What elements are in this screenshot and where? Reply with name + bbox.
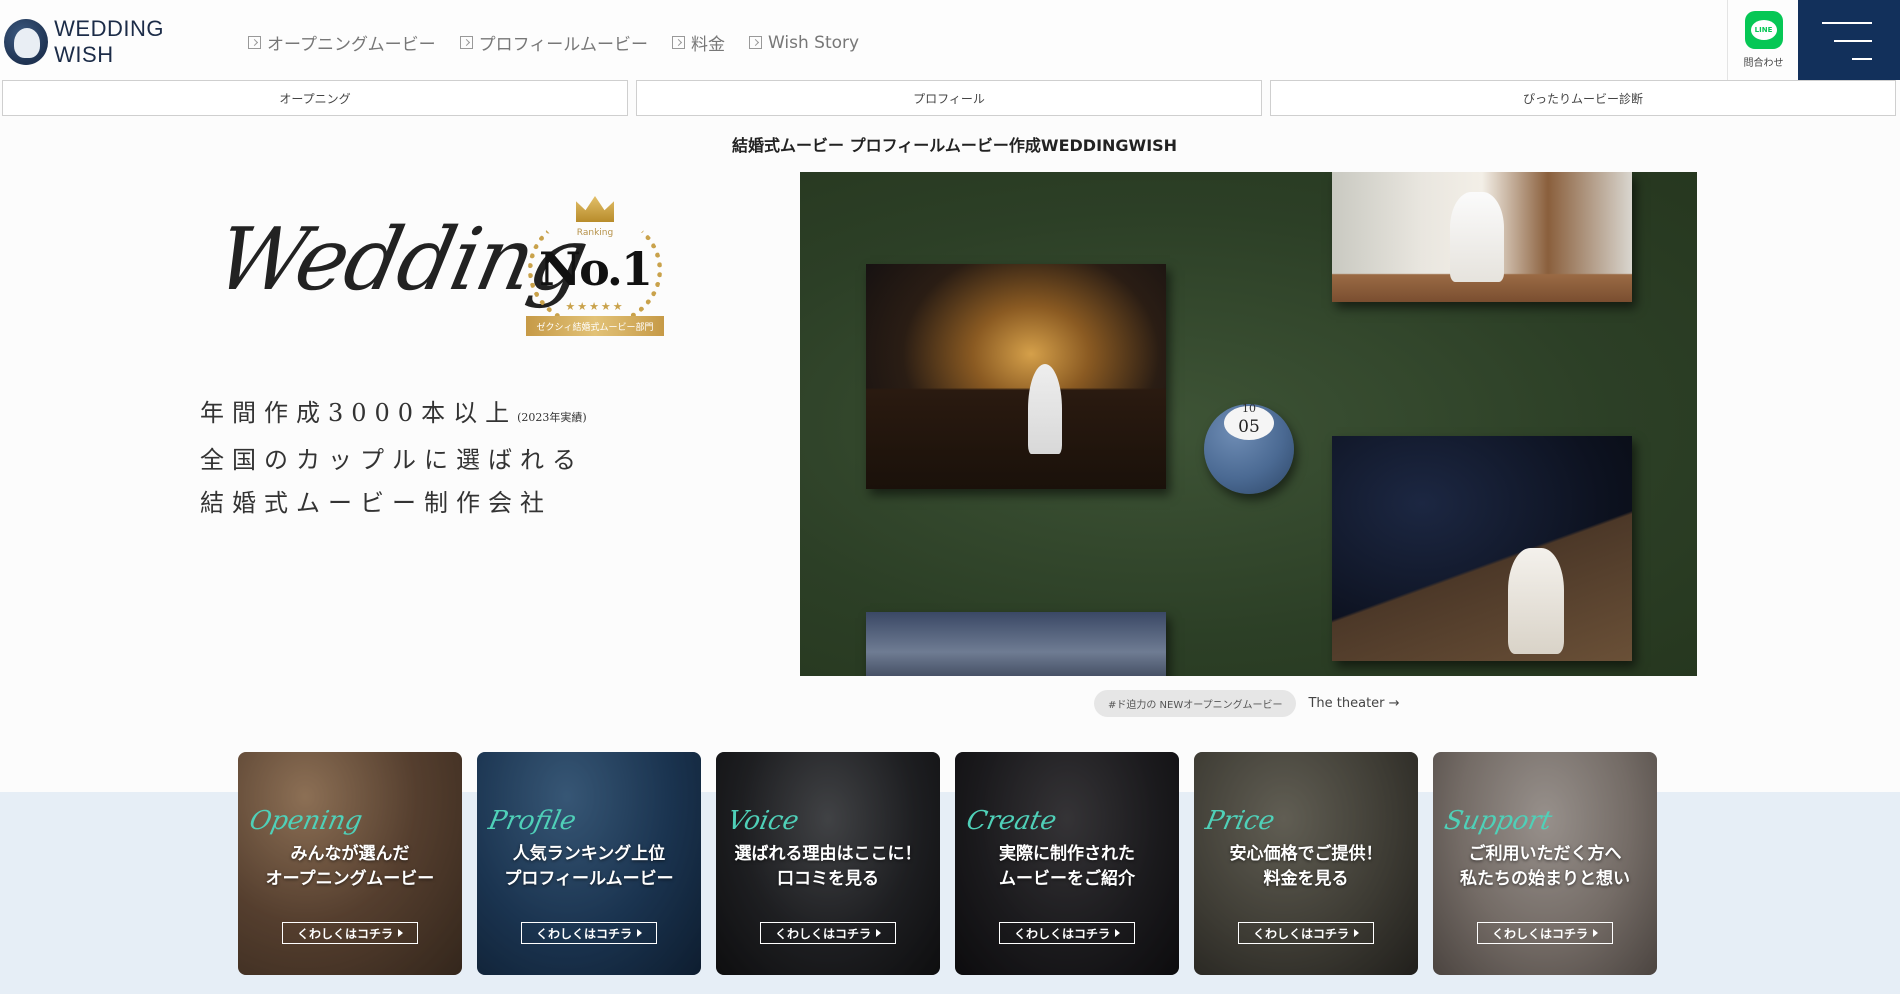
tagline-line-3: 結婚式ムービー制作会社 bbox=[200, 489, 552, 517]
main-nav: オープニングムービー プロフィールムービー 料金 Wish Story bbox=[248, 30, 859, 55]
card-title: 選ばれる理由はここに！ 口コミを見る bbox=[734, 844, 922, 889]
card-voice[interactable]: Voice 選ばれる理由はここに！ 口コミを見る くわしくはコチラ bbox=[716, 752, 940, 975]
nav-opening-movie[interactable]: オープニングムービー bbox=[248, 30, 436, 55]
card-script: Voice bbox=[724, 806, 802, 836]
date-counter-ball: 05 bbox=[1204, 402, 1294, 494]
card-title: 実際に制作された ムービーをご紹介 bbox=[999, 844, 1135, 889]
nav-label: プロフィールムービー bbox=[478, 35, 648, 55]
nav-label: オープニングムービー bbox=[267, 35, 436, 55]
badge-stars: ★★★★★ bbox=[565, 300, 625, 313]
tagline-line-1-text: 年間作成3000本以上 bbox=[200, 399, 518, 427]
logo-text: WEDDING WISH bbox=[54, 16, 164, 68]
nav-profile-movie[interactable]: プロフィールムービー bbox=[459, 30, 648, 55]
card-more-button[interactable]: くわしくはコチラ bbox=[999, 922, 1135, 944]
external-link-icon bbox=[748, 36, 762, 49]
hashtag-new-opening[interactable]: #ド迫力の NEWオープニングムービー bbox=[1094, 690, 1297, 717]
menu-line-icon bbox=[1852, 58, 1872, 60]
line-contact-label: 問合わせ bbox=[1743, 58, 1784, 69]
card-support[interactable]: Support ご利用いただく方へ 私たちの始まりと想い くわしくはコチラ bbox=[1433, 752, 1657, 975]
card-more-button[interactable]: くわしくはコチラ bbox=[760, 922, 896, 944]
card-title: 安心価格でご提供！ 料金を見る bbox=[1229, 844, 1383, 889]
crown-icon bbox=[576, 196, 614, 222]
menu-line-icon bbox=[1834, 40, 1872, 42]
card-opening[interactable]: Opening みんなが選んだ オープニングムービー くわしくはコチラ bbox=[238, 752, 462, 975]
nav-label: 料金 bbox=[690, 35, 725, 55]
tab-opening[interactable]: オープニング bbox=[2, 80, 628, 116]
hamburger-menu-button[interactable] bbox=[1798, 0, 1900, 80]
card-more-button[interactable]: くわしくはコチラ bbox=[1477, 922, 1613, 944]
photo-night-harbor bbox=[1332, 436, 1632, 661]
hero-caption: 結婚式ムービー プロフィールムービー作成WEDDINGWISH bbox=[732, 136, 1178, 155]
external-link-icon bbox=[459, 36, 473, 49]
card-profile[interactable]: Profile 人気ランキング上位 プロフィールムービー くわしくはコチラ bbox=[477, 752, 701, 975]
theater-link[interactable]: The theater → bbox=[1308, 696, 1399, 711]
card-more-button[interactable]: くわしくはコチラ bbox=[1238, 922, 1374, 944]
line-bubble: LINE bbox=[1750, 20, 1777, 40]
nav-price[interactable]: 料金 bbox=[671, 30, 725, 55]
site-logo[interactable]: WEDDING WISH bbox=[4, 14, 164, 70]
line-contact-button[interactable]: LINE 問合わせ bbox=[1727, 0, 1799, 80]
card-script: Opening bbox=[246, 806, 365, 836]
video-tags: #ド迫力の NEWオープニングムービー The theater → bbox=[1094, 690, 1400, 717]
ranking-badge: Ranking No.1 ★★★★★ ゼクシィ結婚式ムービー部門 bbox=[522, 196, 668, 342]
card-title: みんなが選んだ オープニングムービー bbox=[265, 844, 435, 889]
counter-number: 05 bbox=[1224, 402, 1274, 440]
badge-ribbon: ゼクシィ結婚式ムービー部門 bbox=[526, 316, 664, 336]
tagline-line-2: 全国のカップルに選ばれる bbox=[200, 446, 584, 474]
external-link-icon bbox=[248, 36, 261, 49]
photo-bride-entrance bbox=[1332, 172, 1632, 302]
tagline-line-1: 年間作成3000本以上(2023年実績) bbox=[200, 392, 587, 439]
card-script: Profile bbox=[485, 806, 579, 836]
logo-line-1: WEDDING bbox=[54, 16, 164, 41]
logo-silhouette-icon bbox=[4, 19, 49, 65]
nav-wish-story[interactable]: Wish Story bbox=[748, 30, 860, 55]
card-script: Support bbox=[1441, 806, 1555, 836]
logo-line-2: WISH bbox=[54, 42, 114, 67]
external-link-icon bbox=[671, 36, 685, 49]
badge-no1: No.1 bbox=[539, 242, 653, 296]
card-title: 人気ランキング上位 プロフィールムービー bbox=[504, 844, 674, 889]
card-more-button[interactable]: くわしくはコチラ bbox=[521, 922, 657, 944]
card-title: ご利用いただく方へ 私たちの始まりと想い bbox=[1460, 844, 1630, 889]
hero-video[interactable]: 05 bbox=[800, 172, 1697, 676]
photo-night-pier bbox=[866, 264, 1166, 489]
card-price[interactable]: Price 安心価格でご提供！ 料金を見る くわしくはコチラ bbox=[1194, 752, 1418, 975]
hero-tagline: 年間作成3000本以上(2023年実績) 全国のカップルに選ばれる 結婚式ムービ… bbox=[200, 392, 587, 525]
feature-cards: Opening みんなが選んだ オープニングムービー くわしくはコチラ Prof… bbox=[238, 752, 1657, 975]
tagline-note: (2023年実績) bbox=[517, 411, 587, 424]
photo-dusk-partial bbox=[866, 612, 1166, 676]
card-more-button[interactable]: くわしくはコチラ bbox=[282, 922, 418, 944]
tab-movie-diagnosis[interactable]: ぴったりムービー診断 bbox=[1270, 80, 1896, 116]
tab-profile[interactable]: プロフィール bbox=[636, 80, 1262, 116]
line-icon: LINE bbox=[1744, 11, 1783, 49]
nav-label: Wish Story bbox=[767, 32, 860, 53]
sub-tabs: オープニング プロフィール ぴったりムービー診断 bbox=[2, 80, 1896, 116]
card-script: Price bbox=[1202, 806, 1278, 836]
card-script: Create bbox=[963, 806, 1060, 836]
menu-line-icon bbox=[1822, 22, 1872, 24]
badge-ranking-label: Ranking bbox=[576, 228, 614, 238]
site-header: WEDDING WISH オープニングムービー プロフィールムービー 料金 Wi… bbox=[0, 0, 1900, 80]
card-create[interactable]: Create 実際に制作された ムービーをご紹介 くわしくはコチラ bbox=[955, 752, 1179, 975]
